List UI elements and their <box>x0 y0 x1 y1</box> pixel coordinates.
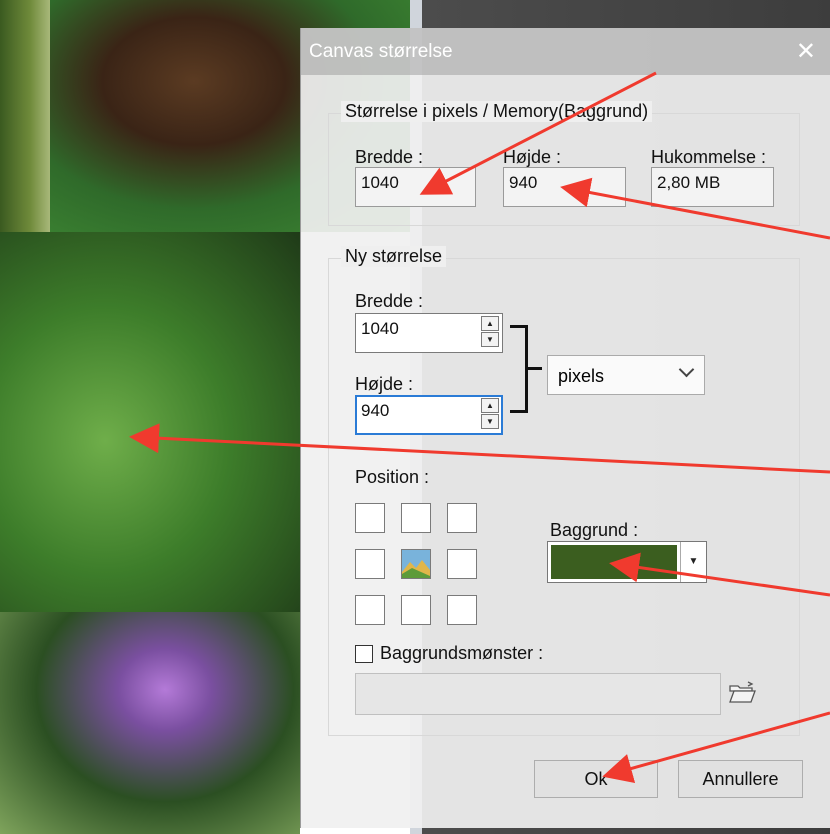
dialog-title: Canvas størrelse <box>309 41 453 62</box>
memory-label: Hukommelse : <box>651 147 767 167</box>
new-height-decrement[interactable]: ▼ <box>481 414 499 429</box>
background-color-swatch <box>551 545 677 579</box>
position-top-right[interactable] <box>447 503 477 533</box>
position-bottom-right[interactable] <box>447 595 477 625</box>
new-size-legend: Ny størrelse <box>341 246 447 267</box>
current-height-label: Højde : <box>503 147 562 167</box>
leaf-photo-middle <box>0 232 300 612</box>
position-middle-right[interactable] <box>447 549 477 579</box>
new-width-increment[interactable]: ▲ <box>481 316 499 331</box>
new-height-label: Højde : <box>355 374 414 394</box>
position-label: Position : <box>355 467 430 487</box>
background-pattern-label: Baggrundsmønster : <box>380 643 544 663</box>
position-center-image-icon[interactable] <box>401 549 431 579</box>
position-top-left[interactable] <box>355 503 385 533</box>
link-bracket-tick <box>528 367 542 370</box>
new-width-label: Bredde : <box>355 291 424 311</box>
memory-field: 2,80 MB <box>651 167 774 207</box>
current-height-field: 940 <box>503 167 626 207</box>
new-height-increment[interactable]: ▲ <box>481 398 499 413</box>
current-size-legend: Størrelse i pixels / Memory(Baggrund) <box>341 101 653 122</box>
unit-select-value: pixels <box>558 366 605 386</box>
chevron-down-icon <box>678 361 695 378</box>
cancel-button[interactable]: Annullere <box>678 760 803 798</box>
position-middle-left[interactable] <box>355 549 385 579</box>
butterfly-photo-bottom <box>0 612 300 834</box>
unit-select[interactable]: pixels <box>547 355 705 395</box>
background-pattern-checkbox[interactable] <box>355 645 373 663</box>
link-bracket-icon <box>510 325 528 413</box>
background-color-picker[interactable]: ▼ <box>547 541 707 583</box>
folder-open-icon[interactable] <box>728 680 756 704</box>
ok-button[interactable]: Ok <box>534 760 658 798</box>
close-icon[interactable]: ✕ <box>796 37 816 66</box>
new-width-decrement[interactable]: ▼ <box>481 332 499 347</box>
color-dropdown-arrow-icon[interactable]: ▼ <box>680 542 706 582</box>
position-top-center[interactable] <box>401 503 431 533</box>
background-label: Baggrund : <box>550 520 639 540</box>
position-bottom-left[interactable] <box>355 595 385 625</box>
background-pattern-field <box>355 673 721 715</box>
position-bottom-center[interactable] <box>401 595 431 625</box>
current-width-field: 1040 <box>355 167 476 207</box>
current-width-label: Bredde : <box>355 147 424 167</box>
dialog-titlebar[interactable]: Canvas størrelse ✕ <box>301 28 830 75</box>
